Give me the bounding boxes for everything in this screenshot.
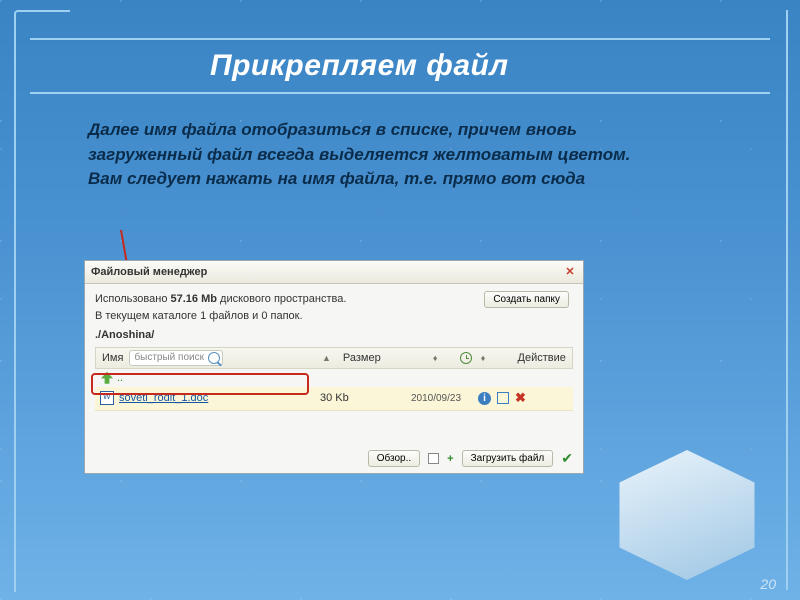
check-icon[interactable]: ✔ [561, 450, 573, 467]
slide-title: Прикрепляем файл [210, 49, 509, 83]
usage-size: 57.16 Mb [171, 293, 217, 305]
close-icon[interactable]: ✕ [563, 265, 577, 279]
search-placeholder: быстрый поиск [134, 352, 204, 363]
sort-date-icon[interactable]: ♦ [475, 353, 492, 363]
decor-left [14, 10, 70, 36]
clock-icon [460, 352, 472, 364]
info-icon[interactable]: i [478, 392, 491, 405]
usage-prefix: Использовано [95, 293, 171, 305]
column-header-row: Имя быстрый поиск ▲ Размер ♦ ♦ Действие [95, 347, 573, 369]
decor-right [764, 10, 788, 590]
delete-icon[interactable]: ✖ [515, 392, 526, 404]
usage-suffix: дискового пространства. [217, 293, 346, 305]
file-manager-window: Файловый менеджер ✕ Использовано 57.16 M… [84, 260, 584, 474]
disk-usage-line2: В текущем каталоге 1 файлов и 0 папок. [95, 309, 573, 324]
sort-name-icon[interactable]: ▲ [316, 353, 337, 363]
current-path[interactable]: ./Anoshina/ [95, 329, 573, 341]
fm-footer: Обзор.. + Загрузить файл ✔ [368, 450, 573, 467]
sort-size-icon[interactable]: ♦ [427, 353, 444, 363]
col-date[interactable]: ♦ [444, 352, 508, 364]
fm-body: Использовано 57.16 Mb дискового простран… [85, 284, 583, 417]
slide-number: 20 [760, 576, 776, 592]
title-band: Прикрепляем файл [30, 38, 770, 94]
file-size-cell: 30 Kb [314, 392, 404, 404]
browse-button[interactable]: Обзор.. [368, 450, 420, 467]
callout-highlight-box [91, 373, 309, 395]
hexagon-decor [612, 450, 762, 580]
edit-icon[interactable] [497, 392, 509, 404]
search-icon[interactable] [208, 352, 220, 364]
col-size-label: Размер [343, 352, 381, 364]
create-folder-button[interactable]: Создать папку [484, 291, 569, 308]
fm-titlebar: Файловый менеджер ✕ [85, 261, 583, 284]
slide-description: Далее имя файла отобразиться в списке, п… [88, 118, 668, 192]
quick-search-input[interactable]: быстрый поиск [129, 350, 223, 366]
file-actions: i ✖ [468, 392, 573, 405]
plus-icon[interactable]: + [447, 453, 453, 465]
col-name-label: Имя [102, 352, 123, 364]
col-name[interactable]: Имя быстрый поиск [96, 350, 316, 366]
slide-stage: Прикрепляем файл Далее имя файла отобраз… [0, 0, 800, 600]
upload-checkbox[interactable] [428, 453, 439, 464]
fm-title: Файловый менеджер [91, 266, 207, 278]
col-size[interactable]: Размер [337, 352, 427, 364]
upload-button[interactable]: Загрузить файл [462, 450, 554, 467]
file-date-cell: 2010/09/23 [404, 393, 468, 404]
col-action: Действие [508, 352, 572, 364]
